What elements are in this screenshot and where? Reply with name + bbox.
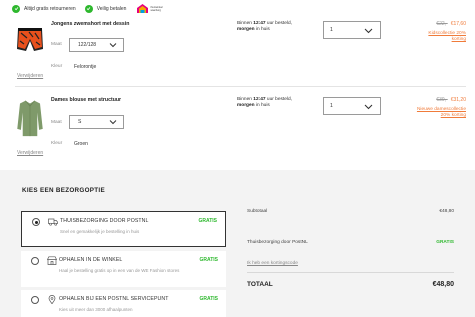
color-value: Groen: [74, 141, 88, 147]
chevron-down-icon: [364, 28, 373, 34]
total-value: €48,80: [432, 281, 454, 288]
option-price: GRATIS: [199, 296, 218, 302]
radio-selected[interactable]: [32, 218, 40, 226]
promo-text: korting: [451, 37, 466, 42]
size-value: S: [78, 119, 82, 125]
size-select[interactable]: 122/128: [69, 38, 124, 52]
promo-text: 20% korting: [440, 113, 466, 118]
delivery-info: Binnen 12:47 uur besteld, morgen in huis: [237, 97, 292, 109]
discount-code-link[interactable]: Ik heb een kortingscode: [247, 261, 298, 266]
size-value: 122/128: [78, 42, 97, 48]
thuiswinkel-logo: thuiswinkel waarborg: [137, 4, 163, 13]
shipping-title: KIES EEN BEZORGOPTIE: [22, 187, 105, 194]
size-select[interactable]: S: [69, 115, 124, 129]
product-name[interactable]: Dames blouse met structuur: [51, 97, 121, 103]
price-block: €22,- €17,60 Kidscollectie 20% korting: [428, 21, 466, 43]
usp-label: Altijd gratis retourneren: [24, 5, 76, 12]
old-price: €39,-: [436, 97, 448, 103]
subtotal-row: Subtotaal €48,80: [247, 209, 454, 214]
color-value: Felorontje: [74, 64, 97, 70]
color-label: Kleur: [51, 64, 63, 69]
promo-link[interactable]: Kidscollectie 20% korting: [428, 31, 466, 43]
total-label: TOTAAL: [247, 281, 273, 288]
delivery-text: in huis: [254, 103, 270, 108]
store-icon: [47, 256, 57, 265]
thuiswinkel-logo-icon: [137, 4, 149, 13]
logo-subtext: waarborg: [150, 8, 161, 12]
price-block: €39,- €31,20 Nieuwe damescollectie 20% ko…: [417, 97, 466, 119]
divider: [247, 272, 454, 273]
total-row: TOTAAL €48,80: [247, 281, 454, 288]
shipping-panel: KIES EEN BEZORGOPTIE THUISBEZORGING DOOR…: [0, 170, 475, 317]
delivery-text: in huis: [254, 27, 270, 32]
truck-icon: [48, 218, 58, 226]
radio-unselected[interactable]: [31, 257, 39, 265]
shipping-option-store-pickup[interactable]: OPHALEN IN DE WINKEL Haal je bestelling …: [21, 251, 226, 287]
usp-label: Veilig betalen: [96, 5, 127, 12]
delivery-time: 12:47: [253, 21, 266, 26]
option-subtitle: Haal je bestelling gratis op in een van …: [59, 268, 180, 273]
delivery-text: uur besteld,: [265, 21, 292, 26]
remove-item-link[interactable]: Verwijderen: [17, 150, 43, 156]
option-title: OPHALEN IN DE WINKEL: [59, 257, 123, 263]
usp-secure-payment: Veilig betalen: [84, 4, 127, 13]
promo-link[interactable]: Nieuwe damescollectie 20% korting: [417, 107, 466, 119]
option-title: THUISBEZORGING DOOR POSTNL: [60, 218, 149, 224]
usp-bar: Altijd gratis retourneren Veilig betalen…: [0, 0, 475, 17]
remove-item-link[interactable]: Verwijderen: [17, 73, 43, 79]
delivery-text: uur besteld,: [265, 97, 292, 102]
product-image-swim-shorts[interactable]: [15, 24, 45, 64]
size-label: Maat: [51, 120, 62, 125]
subtotal-value: €48,80: [439, 209, 454, 214]
quantity-select[interactable]: 1: [323, 97, 381, 115]
delivery-info: Binnen 12:47 uur besteld, morgen in huis: [237, 21, 292, 33]
new-price: €31,20: [450, 97, 466, 103]
color-label: Kleur: [51, 141, 63, 146]
usp-free-returns: Altijd gratis retourneren: [12, 4, 76, 13]
delivery-text: Binnen: [237, 97, 254, 102]
location-pin-icon: [48, 295, 56, 304]
shipping-cost-row: Thuisbezorging door PostNL GRATIS: [247, 240, 454, 245]
delivery-text: Binnen: [237, 21, 254, 26]
new-price: €17,60: [450, 21, 466, 27]
chevron-down-icon: [364, 104, 373, 110]
quantity-value: 1: [330, 27, 333, 33]
shipping-option-postnl-point[interactable]: OPHALEN BIJ EEN POSTNL SERVICEPUNT Kies …: [21, 290, 226, 317]
option-subtitle: Snel en gemakkelijk je bestelling in hui…: [60, 229, 140, 234]
shipping-option-home-delivery[interactable]: THUISBEZORGING DOOR POSTNL Snel en gemak…: [21, 211, 226, 247]
option-subtitle: Kies uit meer dan 3000 afhaalpunten: [59, 307, 133, 312]
delivery-day: morgen: [237, 27, 255, 32]
radio-unselected[interactable]: [31, 296, 39, 304]
option-price: GRATIS: [198, 218, 217, 224]
size-label: Maat: [51, 42, 62, 47]
delivery-time: 12:47: [253, 97, 266, 102]
quantity-value: 1: [330, 103, 333, 109]
delivery-day: morgen: [237, 103, 255, 108]
subtotal-label: Subtotaal: [247, 209, 268, 214]
shipping-cost-label: Thuisbezorging door PostNL: [247, 240, 308, 245]
chevron-down-icon: [109, 120, 117, 125]
quantity-select[interactable]: 1: [323, 21, 381, 39]
product-image-blouse[interactable]: [15, 98, 45, 138]
check-icon: [12, 4, 20, 13]
shipping-cost-value: GRATIS: [436, 240, 454, 245]
check-icon: [84, 4, 93, 13]
option-title: OPHALEN BIJ EEN POSTNL SERVICEPUNT: [59, 296, 169, 302]
product-name[interactable]: Jongens zwemshort met dessin: [51, 21, 129, 27]
old-price: €22,-: [436, 21, 448, 27]
divider: [15, 86, 466, 87]
chevron-down-icon: [109, 43, 117, 48]
option-price: GRATIS: [199, 257, 218, 263]
